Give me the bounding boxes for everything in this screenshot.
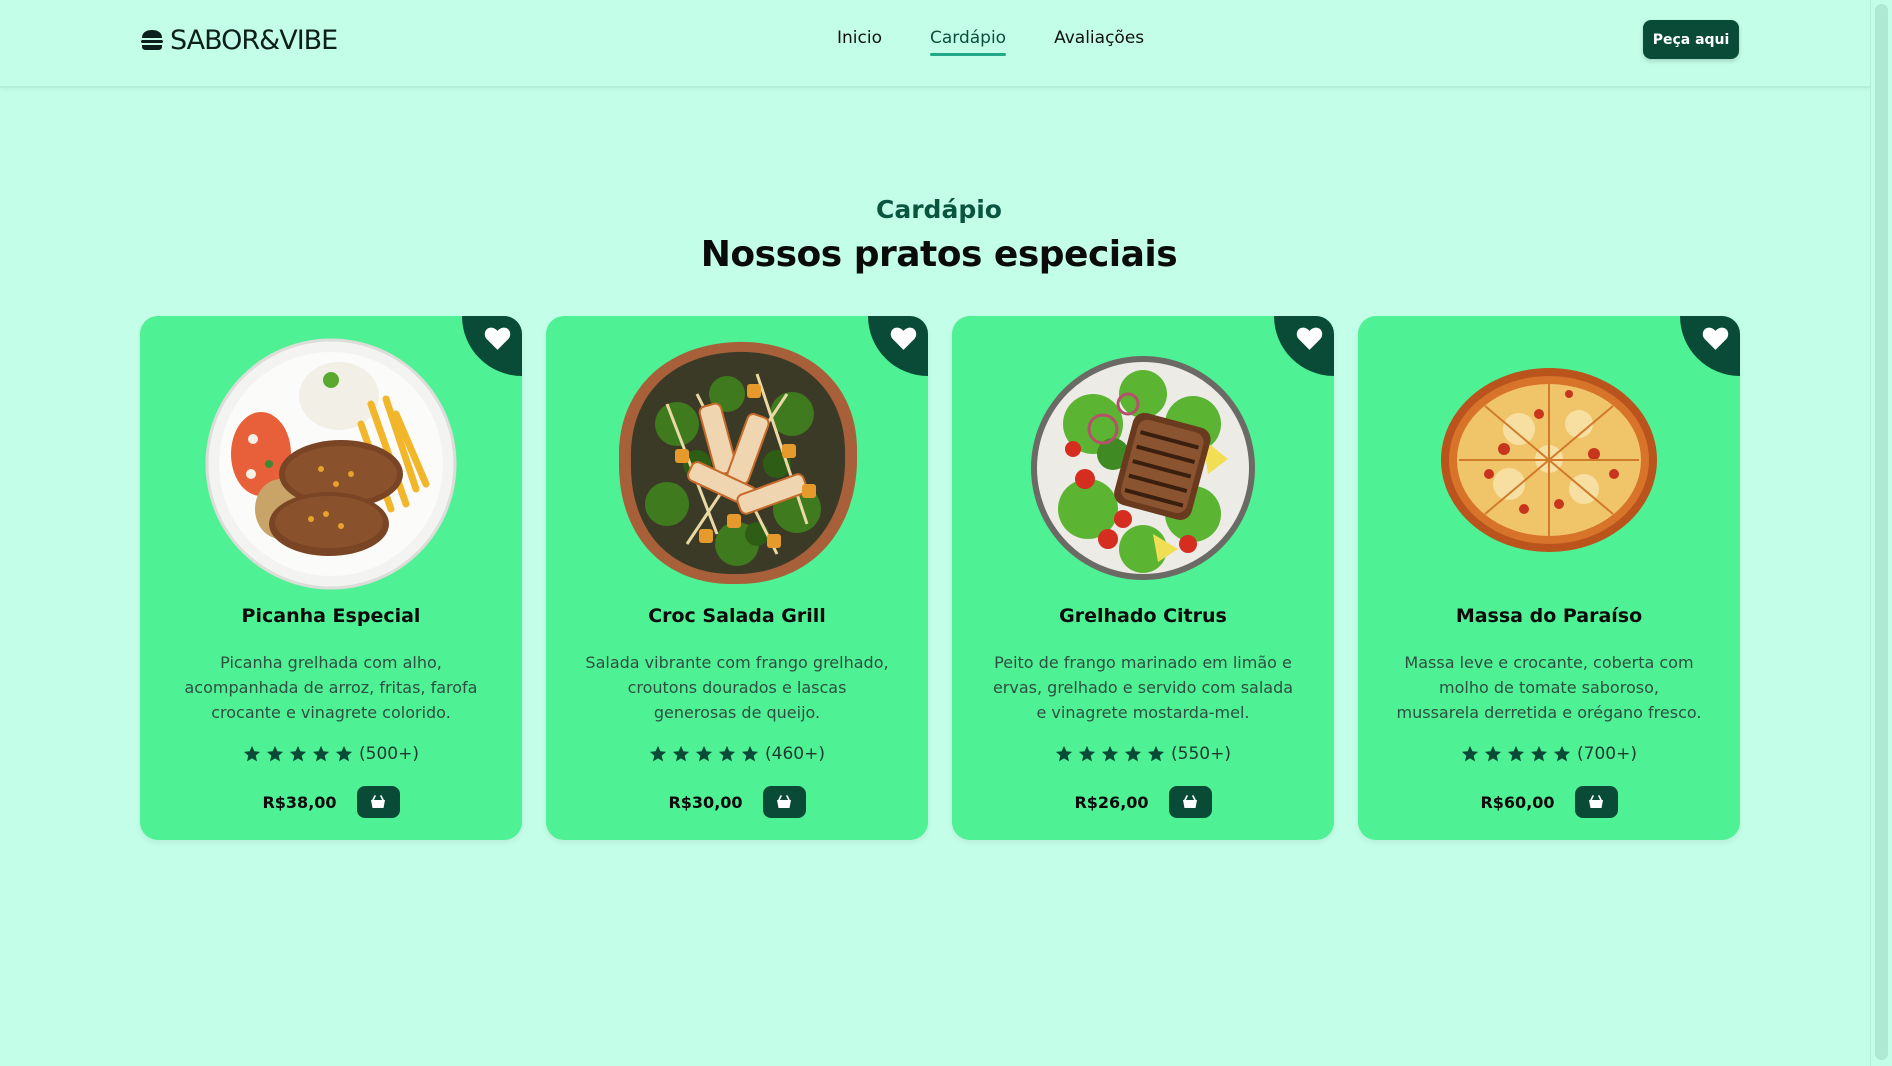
purchase-row: R$30,00 bbox=[546, 786, 928, 818]
picanha-dish-image bbox=[201, 334, 461, 594]
favorite-button[interactable] bbox=[462, 316, 522, 376]
dish-name: Grelhado Citrus bbox=[1059, 605, 1227, 627]
add-to-cart-button[interactable] bbox=[762, 786, 806, 818]
star-rating bbox=[649, 745, 759, 763]
star-icon bbox=[1124, 745, 1142, 762]
order-button[interactable]: Peça aqui bbox=[1643, 20, 1739, 59]
section-kicker: Cardápio bbox=[876, 195, 1002, 224]
salad-dish-image bbox=[607, 334, 867, 594]
dish-rating: (500+) bbox=[140, 744, 522, 764]
star-rating bbox=[1055, 745, 1165, 763]
menu-card: Picanha Especial Picanha grelhada com al… bbox=[140, 316, 522, 840]
basket-icon bbox=[371, 795, 386, 808]
star-icon bbox=[1461, 745, 1479, 762]
star-icon bbox=[312, 745, 330, 762]
dish-description: Peito de frango marinado em limão e erva… bbox=[992, 653, 1294, 722]
heart-icon bbox=[890, 327, 917, 350]
review-count: (500+) bbox=[359, 744, 419, 764]
scrollbar-thumb[interactable] bbox=[1875, 4, 1888, 1060]
add-to-cart-button[interactable] bbox=[1168, 786, 1212, 818]
burger-icon bbox=[141, 30, 163, 50]
star-icon bbox=[741, 745, 759, 762]
dish-price: R$60,00 bbox=[1480, 792, 1555, 812]
basket-icon bbox=[1183, 795, 1198, 808]
nav-link-inicio[interactable]: Inicio bbox=[837, 28, 882, 54]
dish-description: Picanha grelhada com alho, acompanhada d… bbox=[184, 653, 478, 722]
review-count: (550+) bbox=[1171, 744, 1231, 764]
favorite-button[interactable] bbox=[1274, 316, 1334, 376]
dish-rating: (700+) bbox=[1358, 744, 1740, 764]
review-count: (700+) bbox=[1577, 744, 1637, 764]
dish-name: Picanha Especial bbox=[241, 605, 421, 627]
purchase-row: R$60,00 bbox=[1358, 786, 1740, 818]
star-icon bbox=[335, 745, 353, 762]
star-icon bbox=[1055, 745, 1073, 762]
nav-link-cardapio[interactable]: Cardápio bbox=[929, 28, 1007, 56]
heart-icon bbox=[484, 327, 511, 350]
dish-name: Croc Salada Grill bbox=[648, 605, 826, 627]
main-nav: Inicio Cardápio Avaliações bbox=[837, 28, 1144, 56]
star-icon bbox=[1078, 745, 1096, 762]
menu-card: Grelhado Citrus Peito de frango marinado… bbox=[952, 316, 1334, 840]
section-title: Nossos pratos especiais bbox=[700, 234, 1178, 275]
page-scrollbar[interactable] bbox=[1870, 0, 1892, 1066]
add-to-cart-button[interactable] bbox=[356, 786, 400, 818]
dish-description: Salada vibrante com frango grelhado, cro… bbox=[585, 653, 889, 722]
menu-cards: Picanha Especial Picanha grelhada com al… bbox=[140, 316, 1740, 840]
dish-rating: (460+) bbox=[546, 744, 928, 764]
star-rating bbox=[243, 745, 353, 763]
star-icon bbox=[718, 745, 736, 762]
brand-name: SABOR&VIBE bbox=[170, 24, 338, 56]
review-count: (460+) bbox=[765, 744, 825, 764]
brand-logo[interactable]: SABOR&VIBE bbox=[140, 24, 338, 56]
purchase-row: R$26,00 bbox=[952, 786, 1334, 818]
add-to-cart-button[interactable] bbox=[1574, 786, 1618, 818]
star-icon bbox=[695, 745, 713, 762]
pizza-dish-image bbox=[1419, 334, 1679, 594]
dish-price: R$30,00 bbox=[668, 792, 743, 812]
star-icon bbox=[1101, 745, 1119, 762]
nav-link-avaliacoes[interactable]: Avaliações bbox=[1054, 28, 1144, 54]
star-icon bbox=[243, 745, 261, 762]
menu-card: Croc Salada Grill Salada vibrante com fr… bbox=[546, 316, 928, 840]
star-icon bbox=[266, 745, 284, 762]
star-icon bbox=[1507, 745, 1525, 762]
basket-icon bbox=[1589, 795, 1604, 808]
dish-price: R$38,00 bbox=[262, 792, 337, 812]
top-navbar: SABOR&VIBE Inicio Cardápio Avaliações Pe… bbox=[0, 0, 1892, 88]
star-icon bbox=[289, 745, 307, 762]
basket-icon bbox=[777, 795, 792, 808]
grilled-citrus-dish-image bbox=[1013, 334, 1273, 594]
heart-icon bbox=[1296, 327, 1323, 350]
star-icon bbox=[1530, 745, 1548, 762]
star-icon bbox=[1147, 745, 1165, 762]
menu-card: Massa do Paraíso Massa leve e crocante, … bbox=[1358, 316, 1740, 840]
heart-icon bbox=[1702, 327, 1729, 350]
dish-rating: (550+) bbox=[952, 744, 1334, 764]
star-rating bbox=[1461, 745, 1571, 763]
dish-description: Massa leve e crocante, coberta com molho… bbox=[1396, 653, 1702, 722]
star-icon bbox=[1553, 745, 1571, 762]
dish-name: Massa do Paraíso bbox=[1455, 605, 1643, 627]
dish-price: R$26,00 bbox=[1074, 792, 1149, 812]
star-icon bbox=[649, 745, 667, 762]
star-icon bbox=[672, 745, 690, 762]
favorite-button[interactable] bbox=[868, 316, 928, 376]
purchase-row: R$38,00 bbox=[140, 786, 522, 818]
star-icon bbox=[1484, 745, 1502, 762]
favorite-button[interactable] bbox=[1680, 316, 1740, 376]
